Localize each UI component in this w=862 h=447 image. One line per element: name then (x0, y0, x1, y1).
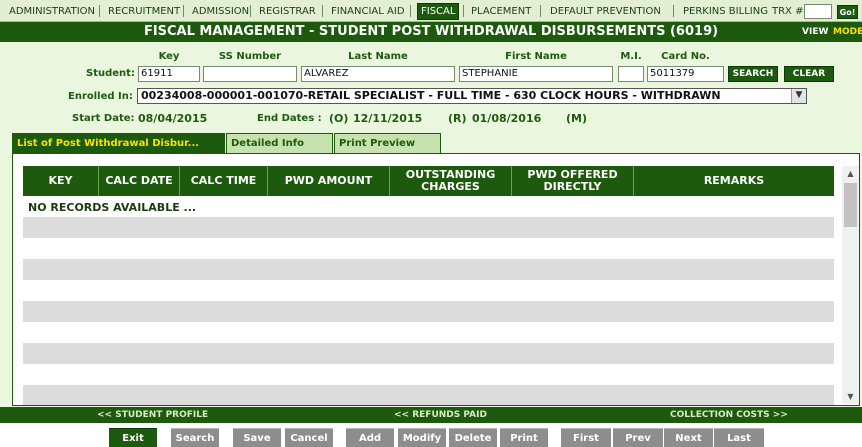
scrollbar-thumb[interactable] (844, 183, 857, 227)
first-name-field[interactable]: STEPHANIE (459, 66, 613, 82)
enrolled-in-select[interactable]: 00234008-000001-001070-RETAIL SPECIALIST… (137, 88, 807, 104)
nav-item-placement[interactable]: PLACEMENT (471, 0, 531, 22)
chevron-down-icon[interactable]: ▼ (842, 389, 859, 404)
column-header-remarks[interactable]: REMARKS (634, 166, 834, 196)
nav-item-administration[interactable]: ADMINISTRATION (9, 0, 95, 22)
no-records-message: NO RECORDS AVAILABLE ... (28, 201, 197, 214)
end-date-o-value: 12/11/2015 (353, 112, 423, 125)
table-row (23, 301, 834, 322)
student-key-field[interactable]: 61911 (138, 66, 200, 82)
end-dates-label: End Dates : (257, 113, 322, 124)
nav-item-fiscal[interactable]: FISCAL (417, 3, 460, 20)
table-row (23, 364, 834, 385)
last-name-field[interactable]: ALVAREZ (301, 66, 455, 82)
mode-label[interactable]: MODE (833, 22, 862, 42)
delete-button[interactable]: Delete (449, 428, 497, 447)
first-button[interactable]: First (561, 428, 611, 447)
grid-header: KEY CALC DATE CALC TIME PWD AMOUNT OUTST… (23, 166, 834, 196)
nav-item-recruitment[interactable]: RECRUITMENT (108, 0, 180, 22)
column-header-calc-time[interactable]: CALC TIME (180, 166, 268, 196)
add-button[interactable]: Add (346, 428, 394, 447)
navigation-links-bar: << STUDENT PROFILE << REFUNDS PAID COLLE… (0, 407, 862, 423)
trx-label: TRX #: (772, 6, 807, 17)
enrolled-in-label: Enrolled In: (68, 91, 133, 102)
top-nav: ADMINISTRATION RECRUITMENT ADMISSION REG… (0, 0, 862, 22)
view-label[interactable]: VIEW (802, 22, 828, 42)
tab-list-post-withdrawal[interactable]: List of Post Withdrawal Disbur... (12, 133, 225, 153)
nav-item-registrar[interactable]: REGISTRAR (259, 0, 316, 22)
search-button[interactable]: SEARCH (728, 66, 778, 82)
column-header-calc-date[interactable]: CALC DATE (99, 166, 180, 196)
go-button[interactable]: Go! (837, 5, 858, 19)
key-header: Key (158, 51, 180, 62)
table-row (23, 238, 834, 259)
table-row (23, 343, 834, 364)
ss-number-field[interactable] (203, 66, 297, 82)
table-row (23, 280, 834, 301)
nav-separator (99, 5, 100, 17)
last-button[interactable]: Last (714, 428, 764, 447)
nav-item-default-prevention[interactable]: DEFAULT PREVENTION (550, 0, 661, 22)
table-row (23, 322, 834, 343)
nav-item-admission[interactable]: ADMISSION (192, 0, 249, 22)
end-date-m-label: (M) (566, 112, 588, 125)
tab-detailed-info[interactable]: Detailed Info (226, 133, 333, 153)
end-date-r-label: (R) (448, 112, 467, 125)
chevron-down-icon[interactable]: ▼ (791, 89, 806, 103)
start-date-value: 08/04/2015 (138, 112, 208, 125)
first-name-header: First Name (505, 51, 567, 62)
print-button[interactable]: Print (500, 428, 548, 447)
end-date-r-value: 01/08/2016 (472, 112, 542, 125)
card-no-header: Card No. (661, 51, 710, 62)
cancel-button[interactable]: Cancel (285, 428, 333, 447)
trx-input[interactable] (804, 4, 832, 19)
save-button[interactable]: Save (233, 428, 281, 447)
mi-header: M.I. (620, 51, 642, 62)
refunds-paid-link[interactable]: << REFUNDS PAID (394, 407, 487, 423)
nav-separator (250, 5, 251, 17)
mi-field[interactable] (618, 66, 644, 82)
nav-separator (673, 5, 674, 17)
title-bar: FISCAL MANAGEMENT - STUDENT POST WITHDRA… (0, 22, 862, 42)
nav-separator (410, 5, 411, 17)
student-label: Student: (86, 68, 135, 79)
clear-button[interactable]: CLEAR (784, 66, 834, 82)
nav-separator (322, 5, 323, 17)
collection-costs-link[interactable]: COLLECTION COSTS >> (670, 407, 788, 423)
next-button[interactable]: Next (664, 428, 713, 447)
tab-print-preview[interactable]: Print Preview (334, 133, 441, 153)
nav-separator (183, 5, 184, 17)
column-header-outstanding-charges[interactable]: OUTSTANDING CHARGES (390, 166, 512, 196)
column-header-key[interactable]: KEY (23, 166, 99, 196)
page-title: FISCAL MANAGEMENT - STUDENT POST WITHDRA… (143, 24, 719, 39)
action-toolbar: Exit Search Save Cancel Add Modify Delet… (0, 423, 862, 447)
column-header-pwd-amount[interactable]: PWD AMOUNT (268, 166, 390, 196)
nav-item-perkins-billing[interactable]: PERKINS BILLING (683, 0, 768, 22)
student-profile-link[interactable]: << STUDENT PROFILE (97, 407, 208, 423)
prev-button[interactable]: Prev (613, 428, 663, 447)
exit-button[interactable]: Exit (109, 428, 157, 447)
table-row (23, 217, 834, 238)
grid-container: KEY CALC DATE CALC TIME PWD AMOUNT OUTST… (12, 153, 860, 406)
column-header-pwd-offered-directly[interactable]: PWD OFFERED DIRECTLY (512, 166, 634, 196)
search-toolbar-button[interactable]: Search (171, 428, 219, 447)
start-date-label: Start Date: (72, 113, 135, 124)
nav-separator (463, 5, 464, 17)
table-row (23, 259, 834, 280)
modify-button[interactable]: Modify (398, 428, 446, 447)
nav-separator (540, 5, 541, 17)
enrolled-in-value: 00234008-000001-001070-RETAIL SPECIALIST… (141, 89, 721, 102)
last-name-header: Last Name (348, 51, 408, 62)
card-no-field[interactable]: 5011379 (647, 66, 724, 82)
vertical-scrollbar[interactable]: ▲ ▼ (842, 166, 859, 404)
end-date-o-label: (O) (329, 112, 349, 125)
table-row (23, 385, 834, 405)
nav-item-financial-aid[interactable]: FINANCIAL AID (331, 0, 405, 22)
ss-number-header: SS Number (218, 51, 282, 62)
chevron-up-icon[interactable]: ▲ (842, 166, 859, 181)
